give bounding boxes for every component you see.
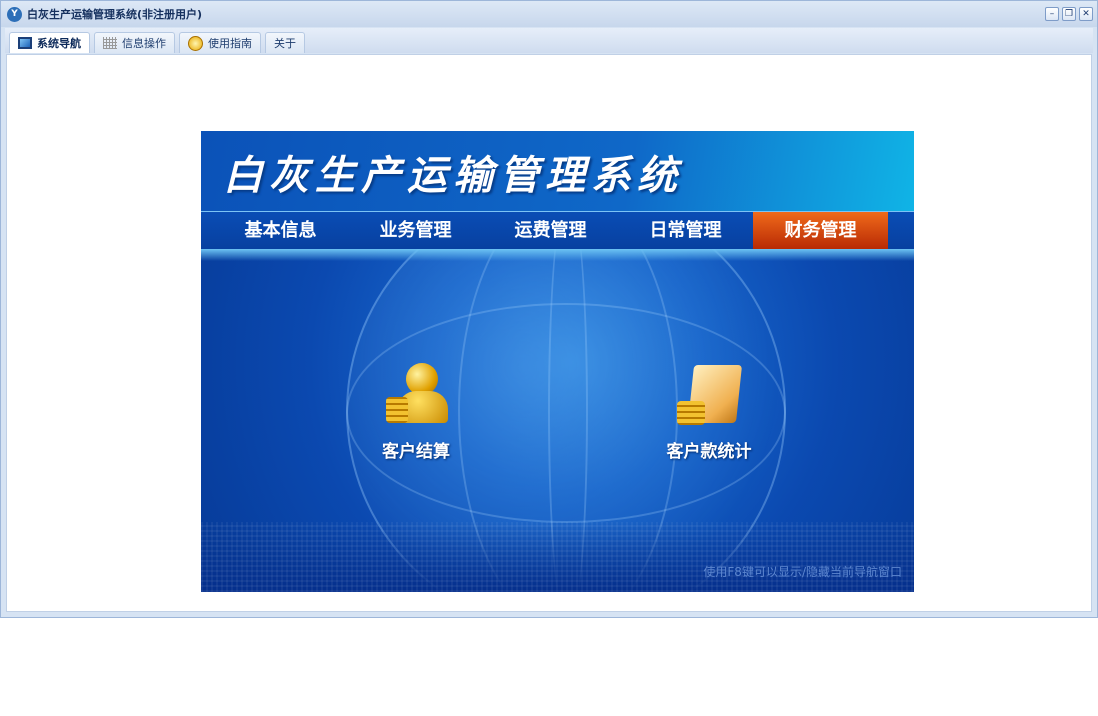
menu-finance[interactable]: 财务管理 — [753, 212, 888, 249]
coin-person-icon — [380, 361, 452, 431]
f8-hint-text: 使用F8键可以显示/隐藏当前导航窗口 — [703, 565, 902, 579]
menu-business[interactable]: 业务管理 — [348, 212, 483, 249]
menu-daily[interactable]: 日常管理 — [618, 212, 753, 249]
folder-coins-icon — [673, 361, 745, 431]
navigation-banner: 白灰生产运输管理系统 基本信息 业务管理 运费管理 日常管理 财务管理 客户结算… — [201, 131, 914, 592]
minimize-button[interactable]: – — [1045, 7, 1059, 21]
banner-title: 白灰生产运输管理系统 — [223, 153, 683, 199]
customer-settlement-button[interactable]: 客户结算 — [371, 361, 461, 462]
tab-system-nav[interactable]: 系统导航 — [9, 32, 90, 53]
app-logo-icon: Y — [7, 6, 22, 22]
item-label: 客户款统计 — [666, 442, 752, 462]
item-label: 客户结算 — [382, 442, 450, 462]
tab-label: 使用指南 — [208, 37, 252, 50]
title-bar: Y 白灰生产运输管理系统(非注册用户) – ❐ ✕ — [1, 1, 1097, 27]
customer-payment-stats-button[interactable]: 客户款统计 — [656, 361, 762, 462]
monitor-icon — [18, 37, 32, 49]
main-menu: 基本信息 业务管理 运费管理 日常管理 财务管理 — [201, 211, 914, 249]
close-button[interactable]: ✕ — [1079, 7, 1093, 21]
tab-bar: 系统导航 信息操作 使用指南 关于 — [5, 28, 1093, 53]
tab-about[interactable]: 关于 — [265, 32, 305, 53]
tab-info-ops[interactable]: 信息操作 — [94, 32, 175, 53]
tab-label: 系统导航 — [37, 37, 81, 50]
menu-basic-info[interactable]: 基本信息 — [213, 212, 348, 249]
window-title: 白灰生产运输管理系统(非注册用户) — [27, 8, 203, 21]
tab-guide[interactable]: 使用指南 — [179, 32, 261, 53]
banner-header: 白灰生产运输管理系统 — [201, 131, 914, 211]
grid-icon — [103, 37, 117, 49]
help-icon — [188, 35, 203, 51]
menu-freight[interactable]: 运费管理 — [483, 212, 618, 249]
tab-label: 信息操作 — [122, 37, 166, 50]
restore-button[interactable]: ❐ — [1062, 7, 1076, 21]
tab-label: 关于 — [274, 37, 296, 50]
